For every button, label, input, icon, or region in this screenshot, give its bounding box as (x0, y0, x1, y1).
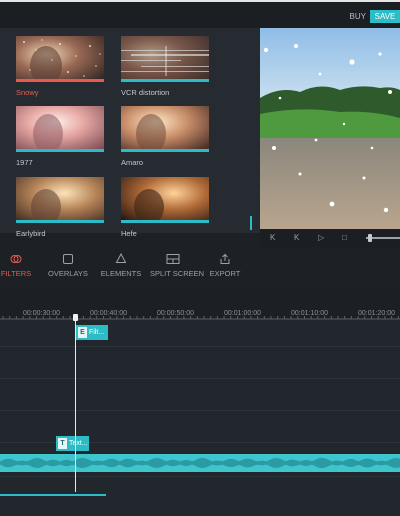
ruler-label: 00:00:40:00 (90, 310, 127, 317)
tab-export[interactable]: EXPORT (208, 253, 242, 278)
audio-waveform (0, 457, 400, 469)
top-bar: BUY SAVE (0, 0, 400, 28)
filters-icon (10, 255, 22, 263)
filter-thumbnail (121, 177, 209, 223)
track-divider (0, 378, 400, 379)
filter-underline (16, 220, 104, 223)
filter-clip[interactable]: E Filt... (76, 325, 108, 340)
vcr-thumbnail-image (121, 36, 209, 82)
timeline: 00:00:30:00 00:00:40:00 00:00:50:00 00:0… (0, 294, 400, 516)
filter-underline (121, 220, 209, 223)
amaro-thumbnail-image (121, 106, 209, 152)
time-ruler[interactable]: 00:00:30:00 00:00:40:00 00:00:50:00 00:0… (0, 294, 400, 320)
playhead-handle[interactable] (73, 314, 78, 321)
text-clip[interactable]: T Text... (56, 436, 89, 451)
ruler-label: 00:00:50:00 (157, 310, 194, 317)
filter-label: Hefe (121, 229, 137, 238)
filter-label: Amaro (121, 158, 144, 167)
1977-thumbnail-image (16, 106, 104, 152)
audio-clip[interactable] (0, 454, 400, 472)
split-screen-icon (166, 254, 180, 264)
tab-label: ELEMENTS (100, 269, 142, 278)
filter-thumbnail (16, 177, 104, 223)
preview-frame-image (260, 28, 400, 229)
track-divider (0, 410, 400, 411)
effect-clip-icon: E (78, 327, 87, 338)
buy-link[interactable]: BUY (350, 12, 366, 21)
tab-filters[interactable]: FILTERS (0, 253, 32, 278)
filter-selection-bar (16, 79, 104, 82)
filter-underline (121, 149, 209, 152)
tab-split-screen[interactable]: SPLIT SCREEN (150, 253, 205, 278)
export-icon (220, 253, 230, 264)
ruler-label: 00:01:20:00 (358, 310, 395, 317)
track-divider (0, 476, 400, 477)
tab-overlays[interactable]: OVERLAYS (48, 253, 88, 278)
tab-label: FILTERS (0, 269, 32, 278)
track-divider (0, 346, 400, 347)
ruler-label: 00:01:10:00 (291, 310, 328, 317)
ruler-ticks (0, 316, 400, 320)
hefe-thumbnail-image (121, 177, 209, 223)
timeline-scrollbar[interactable] (0, 494, 106, 496)
filter-thumbnail (121, 106, 209, 152)
editor-window: BUY SAVE Snowy VCR distortion 1977 Amaro… (0, 0, 400, 516)
filter-underline (121, 79, 209, 82)
tool-tabs: FILTERS OVERLAYS ELEMENTS SPLIT SCREEN E… (0, 247, 400, 285)
filter-thumbnail (16, 36, 104, 82)
volume-slider-knob[interactable] (368, 234, 372, 242)
overlays-icon (63, 254, 73, 264)
playhead-line[interactable] (75, 314, 76, 492)
tab-label: EXPORT (209, 269, 241, 278)
filter-thumbnail (16, 106, 104, 152)
play-icon[interactable]: ▷ (318, 232, 324, 244)
filter-library: Snowy VCR distortion 1977 Amaro Earlybir… (0, 28, 260, 238)
text-clip-icon: T (58, 438, 67, 449)
save-button[interactable]: SAVE (370, 10, 400, 23)
filter-label: Snowy (16, 88, 39, 97)
filter-underline (16, 149, 104, 152)
filter-label: Earlybird (16, 229, 46, 238)
skip-forward-icon[interactable]: K (294, 232, 299, 244)
tab-label: OVERLAYS (48, 269, 88, 278)
ruler-label: 00:00:30:00 (23, 310, 60, 317)
clip-label: Filt... (89, 329, 105, 336)
tab-elements[interactable]: ELEMENTS (100, 253, 142, 278)
library-scrollbar[interactable] (250, 216, 252, 230)
video-preview (260, 28, 400, 229)
tab-label: SPLIT SCREEN (150, 269, 205, 278)
filter-label: 1977 (16, 158, 33, 167)
player-controls: K K ▷ □ (260, 229, 400, 247)
snowy-thumbnail-image (16, 36, 104, 82)
elements-icon (115, 253, 127, 263)
earlybird-thumbnail-image (16, 177, 104, 223)
skip-back-icon[interactable]: K (270, 232, 275, 244)
ruler-label: 00:01:00:00 (224, 310, 261, 317)
filter-label: VCR distortion (121, 88, 170, 97)
clip-label: Text... (69, 440, 88, 447)
stop-icon[interactable]: □ (342, 232, 347, 244)
filter-thumbnail (121, 36, 209, 82)
